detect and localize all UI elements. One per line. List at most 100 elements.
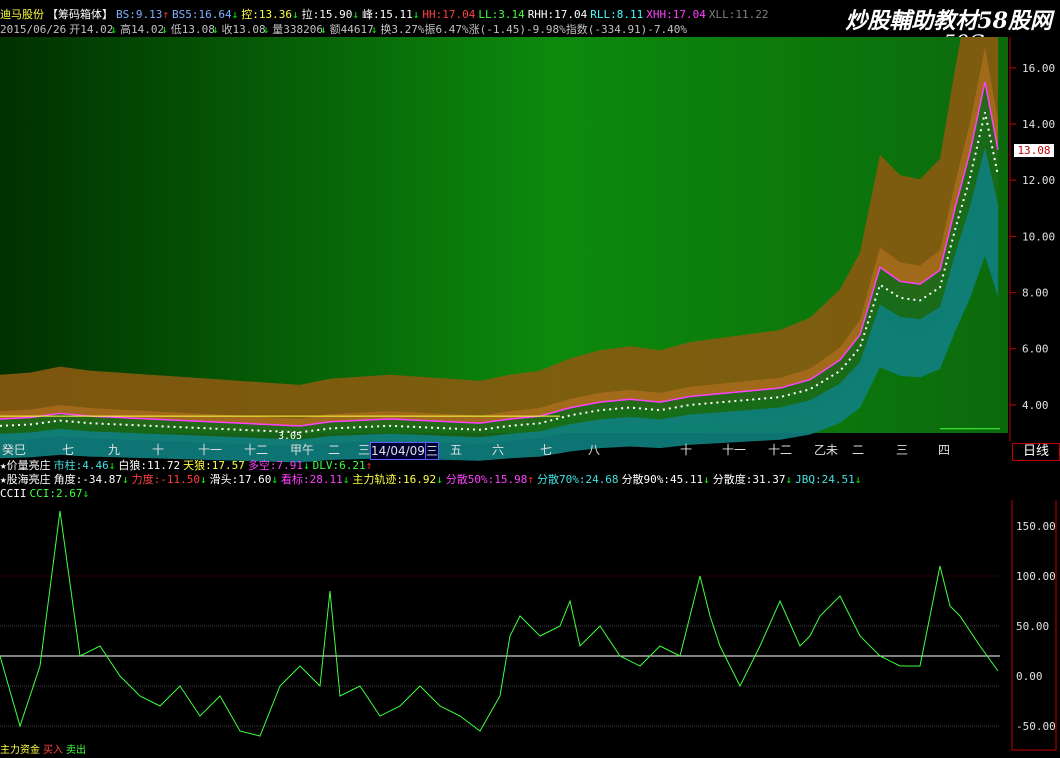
header-value: 峰:15.11 xyxy=(361,8,413,21)
time-axis-label: 六 xyxy=(492,443,505,457)
time-axis-label: 乙未 xyxy=(814,443,839,457)
arrow-down-icon: ↓ xyxy=(121,473,129,486)
header-value: BS:9.13 xyxy=(116,8,163,21)
time-axis-label: 七 xyxy=(540,443,553,457)
time-axis-label: 三 xyxy=(425,442,440,460)
price-chart[interactable]: 16.00 14.00 12.00 10.00 8.00 6.00 4.00 3.05 xyxy=(0,37,1060,477)
ohlc-item: 开14.02 xyxy=(69,23,113,36)
arrow-down-icon: ↓ xyxy=(436,473,443,486)
current-price-badge: 13.08 xyxy=(1014,143,1054,157)
arrow-down-icon: ↓ xyxy=(854,473,862,486)
arrow-down-icon: ↓ xyxy=(110,23,117,36)
time-axis-label: 14/04/09 xyxy=(370,442,426,460)
time-axis-label: 十二 xyxy=(244,443,269,457)
ohlc-item: 收13.08 xyxy=(221,23,265,36)
ohlc-value: 13.08 xyxy=(181,23,215,36)
arrow-down-icon: ↓ xyxy=(271,473,278,486)
time-axis-label: 十二 xyxy=(768,443,793,457)
cci-axis-tick: 100.00 xyxy=(1016,570,1056,583)
header-value: 拉:15.90 xyxy=(301,8,353,21)
header-value: XHH:17.04 xyxy=(646,8,706,21)
header-value: HH:17.04 xyxy=(422,8,476,21)
indicator-value: 分散90%:45.11 xyxy=(621,473,704,486)
time-axis-label: 二 xyxy=(328,443,341,457)
time-axis-label: 五 xyxy=(450,443,463,457)
ohlc-label: 收 xyxy=(221,23,233,36)
time-axis-label: 三 xyxy=(358,443,371,457)
ohlc-value: (-334.91)-7.40% xyxy=(587,23,688,36)
price-axis-tick: 8.00 xyxy=(1022,287,1049,300)
arrow-down-icon: ↓ xyxy=(82,487,90,500)
arrow-down-icon: ↓ xyxy=(303,459,310,472)
ohlc-item: 量338206 xyxy=(272,23,323,36)
ohlc-label: 额 xyxy=(329,23,341,36)
header-value: RHH:17.04 xyxy=(527,8,588,21)
indicator-value: 滑头:17.60 xyxy=(209,473,272,486)
time-axis-label: 十 xyxy=(680,443,693,457)
ohlc-item: 涨(-1.45)-9.98% xyxy=(469,23,566,36)
ohlc-item: 低13.08 xyxy=(171,23,215,36)
price-axis-tick: 4.00 xyxy=(1022,399,1049,412)
ohlc-value: 338206 xyxy=(283,23,323,36)
ohlc-value: 14.02 xyxy=(80,23,114,36)
header-value: LL:3.14 xyxy=(478,8,525,21)
ohlc-value: 6.47% xyxy=(435,23,469,36)
arrow-up-icon: ↑ xyxy=(527,473,534,486)
arrow-down-icon: ↓ xyxy=(703,473,710,486)
time-axis-label: 九 xyxy=(108,443,121,457)
time-axis: 癸巳七九十十一 十二 甲午二三 14/04/09 三五六七八十十一 十二 乙未二三四 xyxy=(0,442,1012,460)
bottom-item: 卖出 xyxy=(66,745,86,756)
time-axis-label: 三 xyxy=(896,443,909,457)
ohlc-label: 量 xyxy=(272,23,284,36)
ohlc-value: 13.08 xyxy=(232,23,266,36)
ohlc-item: 换3.27% xyxy=(380,23,424,36)
time-axis-label: 十 xyxy=(152,443,165,457)
time-axis-label: 十一 xyxy=(722,443,747,457)
cci-axis-tick: 50.00 xyxy=(1016,620,1049,633)
price-axis-tick: 12.00 xyxy=(1022,174,1055,187)
arrow-down-icon: ↓ xyxy=(211,23,219,36)
ohlc-label: 振 xyxy=(424,23,436,36)
ohlc-item: 指数(-334.91)-7.40% xyxy=(566,23,687,36)
indicator-value: CCI:2.67 xyxy=(29,487,83,500)
price-axis-tick: 16.00 xyxy=(1022,62,1055,75)
header-value: RLL:8.11 xyxy=(590,8,644,21)
header-value: BS5:16.64 xyxy=(171,8,232,21)
indicator-value: JBQ:24.51 xyxy=(795,473,855,486)
arrow-down-icon: ↓ xyxy=(108,459,116,472)
arrow-down-icon: ↓ xyxy=(199,473,207,486)
cci-axis-tick: -50.00 xyxy=(1016,720,1056,733)
header-value: 控:13.36 xyxy=(241,8,292,21)
indicator-value: 力度:-11.50 xyxy=(131,473,200,486)
arrow-down-icon: ↓ xyxy=(370,23,378,36)
indicator-row-price-volume[interactable]: ★价量亮庄 市柱:4.46↓ 白狼:11.72 天狼:17.57 多空:7.91↓ DLV… xyxy=(0,459,375,473)
indicator-value: 多空:7.91 xyxy=(247,459,303,472)
arrow-down-icon: ↓ xyxy=(291,8,299,21)
indicator-title: CCII xyxy=(0,487,27,500)
ohlc-label: 低 xyxy=(170,23,182,36)
indicator-name: 【筹码箱体】 xyxy=(47,8,113,21)
bottom-item: 主力资金 xyxy=(0,745,40,756)
ohlc-info-bar: 2015/06/26 开14.02↓ 高14.02↓ 低13.08↓ 收13.08↓ 量3… xyxy=(0,23,687,37)
time-axis-label: 二 xyxy=(852,443,865,457)
indicator-header: 迪马股份 【筹码箱体】 BS:9.13↑ BS5:16.64↓ 控:13.36↓ 拉:15… xyxy=(0,8,772,22)
bottom-indicator-line: 主力资金 买入 卖出 xyxy=(0,744,89,758)
ohlc-label: 高 xyxy=(119,23,131,36)
ohlc-value: 3.27% xyxy=(391,23,425,36)
cci-axis-tick: 0.00 xyxy=(1016,670,1043,683)
time-axis-label: 十一 xyxy=(198,443,223,457)
ohlc-label: 换 xyxy=(380,23,392,36)
cci-chart[interactable]: 150.00 100.00 50.00 0.00 -50.00 xyxy=(0,500,1060,752)
indicator-value: 天狼:17.57 xyxy=(183,459,245,472)
ohlc-value: (-1.45)-9.98% xyxy=(479,23,566,36)
period-daily-button[interactable]: 日线 xyxy=(1012,443,1060,461)
ohlc-value: 14.02 xyxy=(130,23,165,36)
indicator-value: 角度:-34.87 xyxy=(53,473,122,486)
time-axis-label: 八 xyxy=(588,443,601,457)
ohlc-label: 涨 xyxy=(468,23,480,36)
ohlc-label: 指数 xyxy=(565,23,588,36)
indicator-row-cci[interactable]: CCII CCI:2.67↓ xyxy=(0,487,92,501)
stock-name: 迪马股份 xyxy=(0,8,44,21)
indicator-row-stock-sea[interactable]: ★股海亮庄 角度:-34.87↓ 力度:-11.50↓ 滑头:17.60↓ 看标:28.… xyxy=(0,473,864,487)
low-price-label: 3.05 xyxy=(278,431,302,442)
